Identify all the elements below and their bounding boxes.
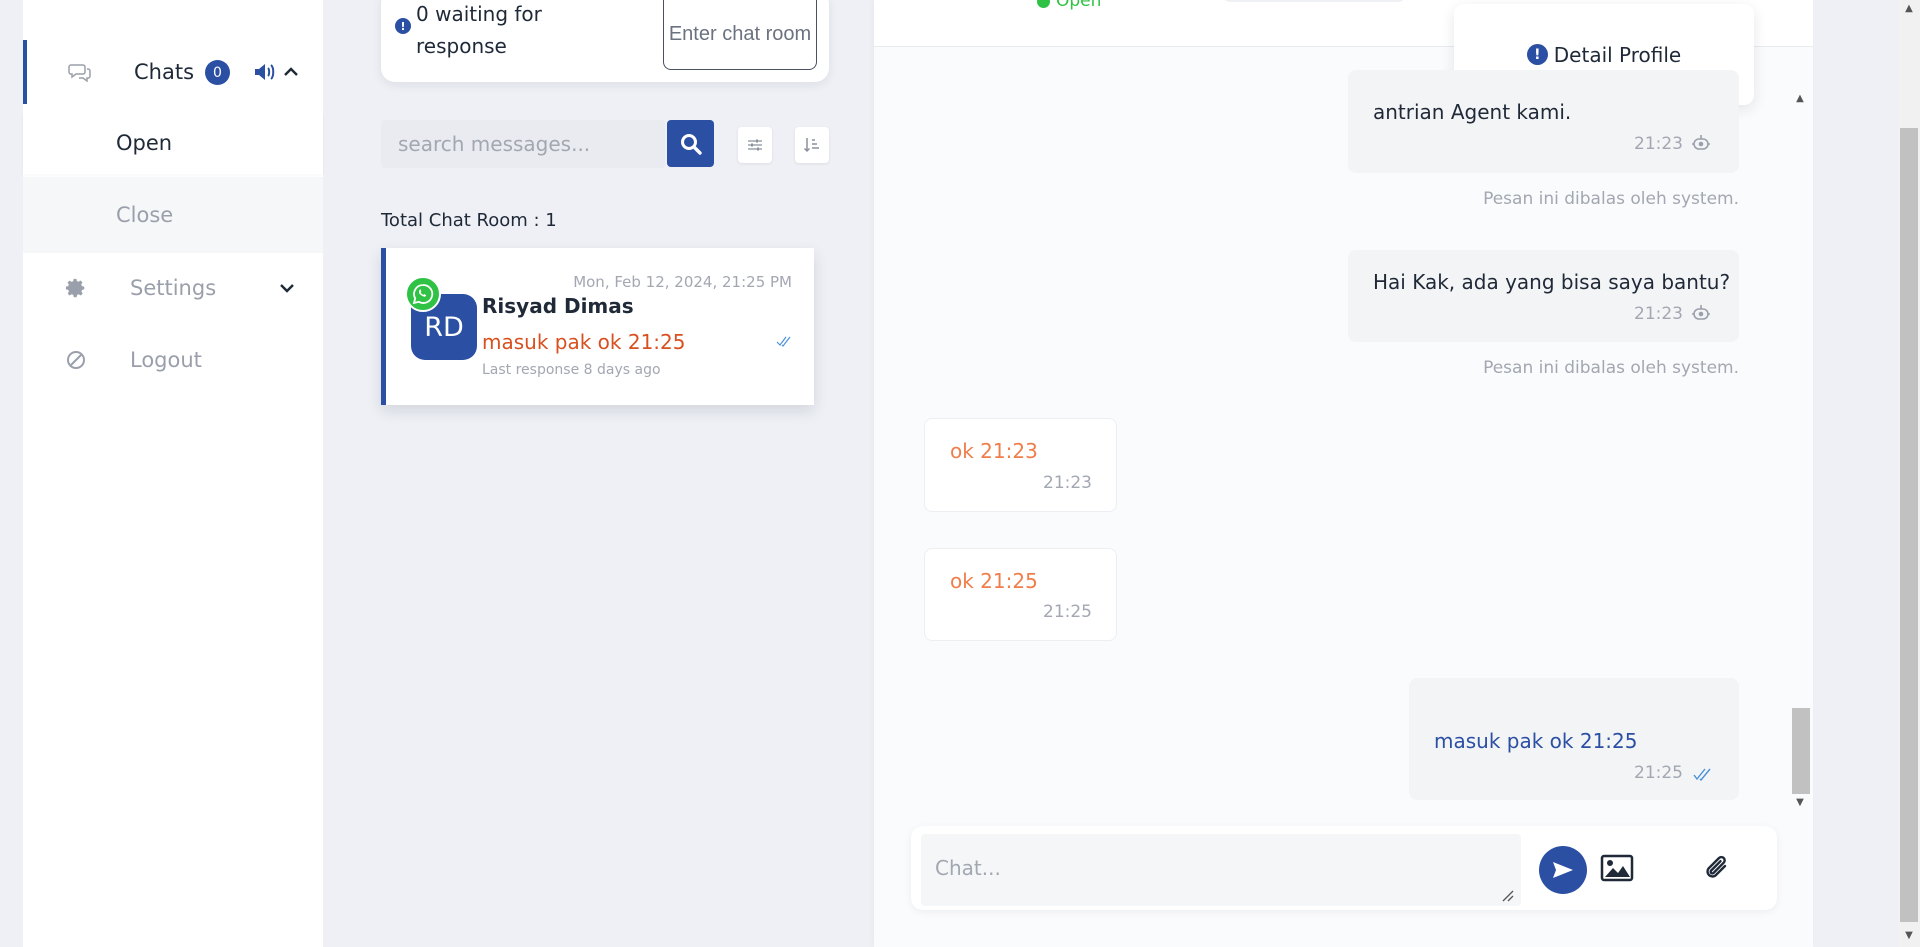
chat-room-last-response: Last response 8 days ago [482,362,661,378]
message-time: 21:23 [1634,134,1683,154]
header-pill [1224,0,1404,2]
chat-scrollbar-thumb[interactable] [1792,708,1810,794]
sidebar-item-chats[interactable]: Chats 0 [23,40,323,104]
chevron-up-icon[interactable] [281,62,301,82]
search-icon [680,133,702,155]
sidebar-item-label: Settings [130,276,217,300]
sidebar-item-settings[interactable]: Settings [23,258,323,318]
scroll-up-arrow[interactable]: ▲ [1790,90,1810,106]
message-text: Hai Kak, ada yang bisa saya bantu? [1373,270,1731,294]
chevron-down-icon[interactable] [277,278,297,298]
ban-icon [64,348,88,372]
page-scroll-down-arrow[interactable]: ▼ [1898,927,1920,943]
chat-room-card[interactable]: Mon, Feb 12, 2024, 21:25 PM RD Risyad Di… [381,248,814,405]
system-reply-note: Pesan ini dibalas oleh system. [1483,189,1739,209]
chat-room-name: Risyad Dimas [482,294,634,318]
gear-icon [64,276,88,300]
search-input[interactable] [381,120,665,168]
message-text: masuk pak ok 21:25 [1434,729,1638,753]
detail-profile-label: Detail Profile [1553,42,1682,67]
double-check-icon [776,332,792,347]
message-time: 21:23 [1043,473,1092,493]
message-text: antrian Agent kami. [1373,100,1572,124]
sidebar-subitem-label: Open [116,131,173,155]
message-bubble-outgoing: Hai Kak, ada yang bisa saya bantu? 21:23 [1348,250,1739,342]
page-scroll-up-arrow[interactable]: ▲ [1898,0,1920,16]
sidebar-item-label: Chats [134,60,195,84]
online-dot-icon [1037,0,1050,8]
sidebar-subitem-open[interactable]: Open [23,112,323,174]
page-scrollbar-thumb[interactable] [1900,128,1918,922]
speaker-icon[interactable] [253,62,275,82]
double-check-icon [1693,766,1713,782]
message-text: ok 21:23 [950,439,1038,463]
robot-icon [1691,134,1711,152]
system-reply-note: Pesan ini dibalas oleh system. [1483,358,1739,378]
sidebar-item-logout[interactable]: Logout [23,330,323,390]
total-chat-room: Total Chat Room : 1 [381,210,557,231]
filter-button[interactable] [738,127,772,163]
waiting-count-text: 0 waiting for response [416,2,542,58]
sort-icon [803,138,819,153]
image-icon[interactable] [1600,853,1634,883]
sidebar: Chats 0 Open Close Settings Logout [23,0,323,947]
info-icon: ! [1526,44,1548,65]
info-icon: ! [395,18,411,34]
chat-room-last-message: masuk pak ok 21:25 [482,330,686,354]
chat-input[interactable] [921,834,1521,906]
sidebar-subitem-label: Close [116,203,174,227]
message-bubble-incoming: ok 21:23 21:23 [924,418,1117,512]
resize-grip-icon[interactable] [1500,887,1514,902]
message-text: ok 21:25 [950,569,1038,593]
search-button[interactable] [667,120,714,167]
chat-bubble-icon [68,60,92,84]
message-time: 21:25 [1634,763,1683,783]
chats-count-badge: 0 [205,60,230,85]
enter-chat-room-button[interactable]: Enter chat room [663,0,817,70]
robot-icon [1691,304,1711,322]
message-time: 21:25 [1043,602,1092,622]
status-badge: Open [1037,0,1101,11]
message-bubble-outgoing: antrian Agent kami. 21:23 [1348,70,1739,173]
chat-room-date: Mon, Feb 12, 2024, 21:25 PM [573,273,792,291]
sliders-icon [748,139,762,151]
waiting-queue-card: ! 0 waiting for response Enter chat room [381,0,829,82]
chat-panel: Open ! Detail Profile antrian Agent kami… [874,0,1813,947]
send-button[interactable] [1539,846,1587,894]
send-icon [1553,862,1573,878]
page-scrollbar[interactable]: ▲ ▼ [1898,0,1920,947]
scroll-down-arrow[interactable]: ▼ [1790,794,1810,810]
message-bubble-incoming: ok 21:25 21:25 [924,548,1117,641]
message-time: 21:23 [1634,304,1683,324]
message-composer [911,826,1777,910]
chat-scrollbar[interactable]: ▲ ▼ [1790,90,1810,812]
sidebar-subitem-close[interactable]: Close [23,177,323,253]
message-bubble-outgoing: masuk pak ok 21:25 21:25 [1409,678,1739,800]
sidebar-item-label: Logout [130,348,202,372]
sort-button[interactable] [795,127,829,163]
paperclip-icon[interactable] [1703,852,1733,884]
whatsapp-icon [405,276,441,312]
status-label: Open [1056,0,1102,11]
